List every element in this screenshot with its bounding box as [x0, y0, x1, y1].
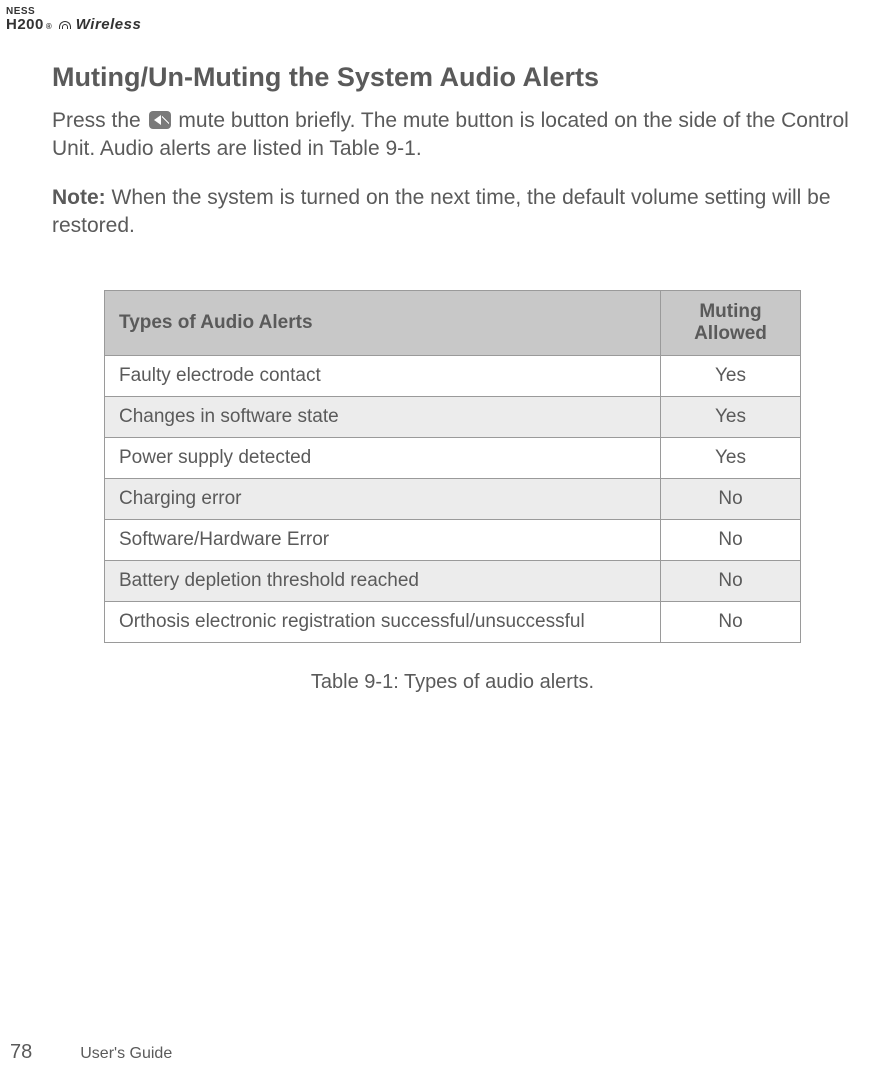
cell-type: Power supply detected — [105, 438, 661, 479]
header-types: Types of Audio Alerts — [105, 291, 661, 356]
instruction-paragraph: Press the mute button briefly. The mute … — [52, 107, 849, 164]
footer-guide-label: User's Guide — [80, 1045, 172, 1063]
section-heading: Muting/Un-Muting the System Audio Alerts — [52, 62, 849, 93]
cell-muting: Yes — [661, 397, 801, 438]
cell-muting: Yes — [661, 438, 801, 479]
header-muting: Muting Allowed — [661, 291, 801, 356]
cell-type: Charging error — [105, 479, 661, 520]
cell-muting: No — [661, 479, 801, 520]
note-text: When the system is turned on the next ti… — [52, 186, 831, 237]
registered-mark: ® — [46, 23, 52, 32]
table-row: Power supply detected Yes — [105, 438, 801, 479]
table-row: Faulty electrode contact Yes — [105, 356, 801, 397]
cell-type: Faulty electrode contact — [105, 356, 661, 397]
logo-h200: H200 — [6, 17, 44, 34]
cell-muting: Yes — [661, 356, 801, 397]
product-logo: NESS H200® Wireless — [6, 6, 141, 34]
note-paragraph: Note: When the system is turned on the n… — [52, 184, 849, 241]
table-row: Orthosis electronic registration success… — [105, 602, 801, 643]
cell-muting: No — [661, 602, 801, 643]
cell-muting: No — [661, 520, 801, 561]
cell-type: Software/Hardware Error — [105, 520, 661, 561]
audio-alerts-table-container: Types of Audio Alerts Muting Allowed Fau… — [104, 290, 801, 694]
mute-button-icon — [149, 111, 171, 129]
page-content: Muting/Un-Muting the System Audio Alerts… — [52, 62, 849, 694]
audio-alerts-table: Types of Audio Alerts Muting Allowed Fau… — [104, 290, 801, 643]
logo-line-model: H200® Wireless — [6, 17, 141, 34]
cell-type: Changes in software state — [105, 397, 661, 438]
logo-wireless: Wireless — [76, 17, 142, 34]
cell-muting: No — [661, 561, 801, 602]
cell-type: Orthosis electronic registration success… — [105, 602, 661, 643]
page-footer: 78 User's Guide — [10, 1041, 172, 1064]
note-label: Note: — [52, 186, 106, 209]
para-text-before-icon: Press the — [52, 109, 147, 132]
table-row: Software/Hardware Error No — [105, 520, 801, 561]
table-row: Battery depletion threshold reached No — [105, 561, 801, 602]
cell-type: Battery depletion threshold reached — [105, 561, 661, 602]
table-caption: Table 9-1: Types of audio alerts. — [104, 671, 801, 694]
table-row: Changes in software state Yes — [105, 397, 801, 438]
table-header-row: Types of Audio Alerts Muting Allowed — [105, 291, 801, 356]
table-row: Charging error No — [105, 479, 801, 520]
wireless-signal-icon — [58, 19, 72, 29]
para-text-after-icon: mute button briefly. The mute button is … — [52, 109, 849, 160]
page-number: 78 — [10, 1041, 32, 1064]
